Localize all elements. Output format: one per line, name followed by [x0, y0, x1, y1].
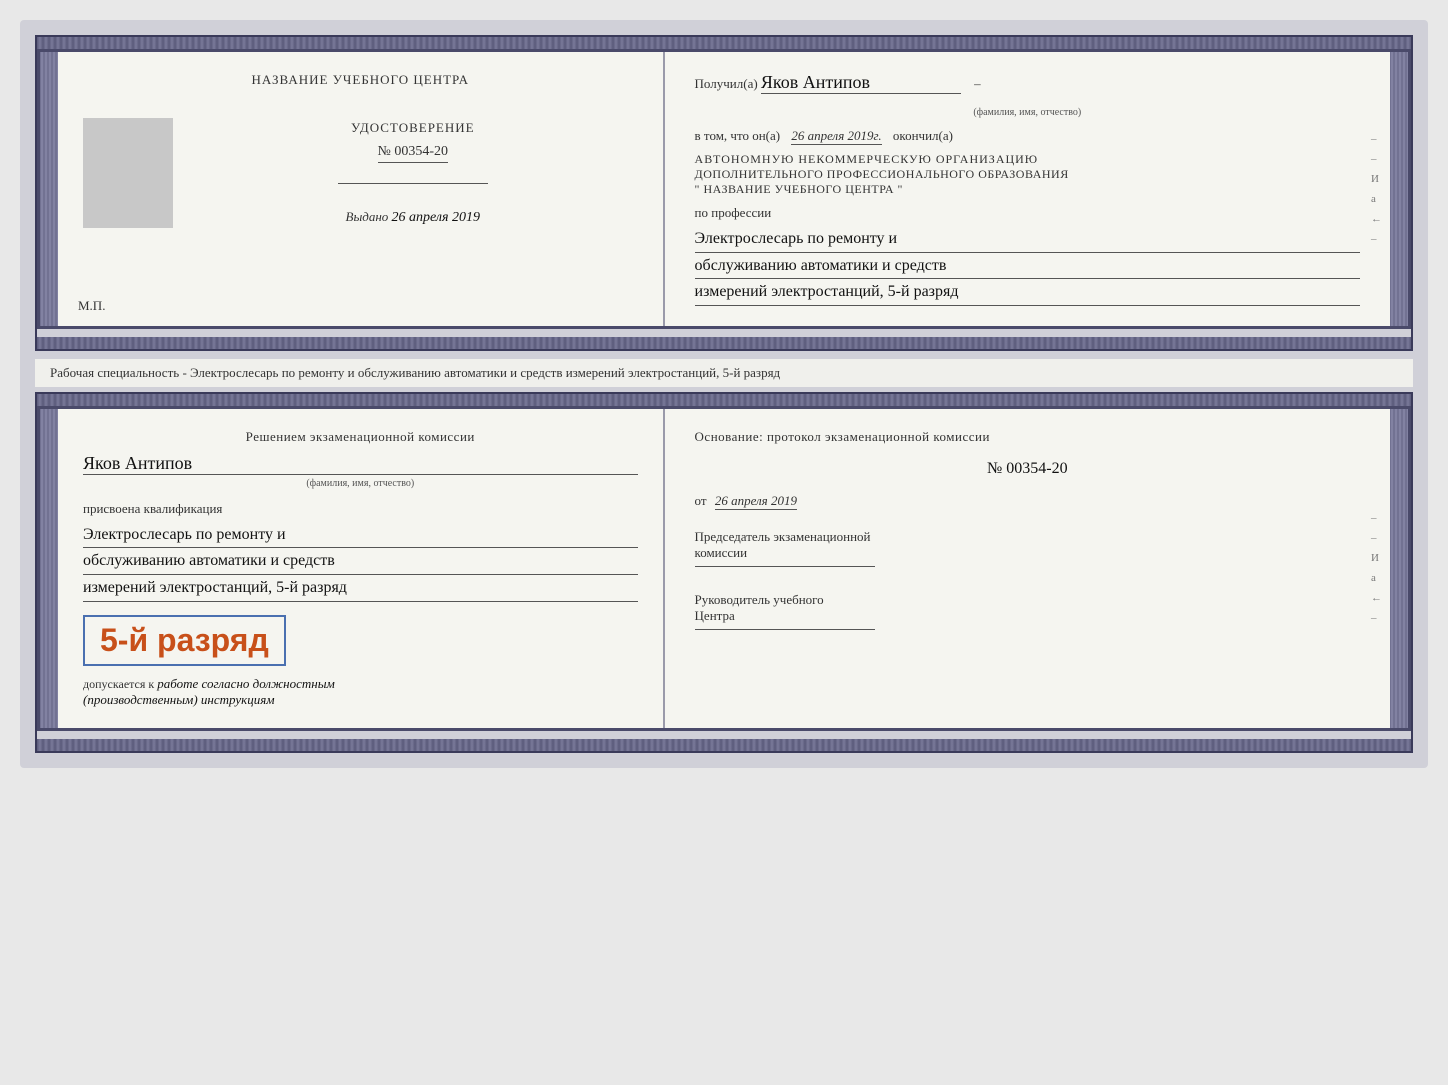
profession-line3: измерений электростанций, 5-й разряд	[695, 279, 1360, 306]
confirm-end: окончил(а)	[893, 128, 953, 143]
commission-title: Решением экзаменационной комиссии	[83, 429, 638, 445]
spine-left	[40, 52, 58, 326]
work-permission: работе согласно должностным	[157, 676, 335, 691]
page-wrapper: НАЗВАНИЕ УЧЕБНОГО ЦЕНТРА УДОСТОВЕРЕНИЕ №…	[20, 20, 1428, 768]
bottom-doc-top-border	[37, 394, 1411, 406]
big-rank: 5-й разряд	[83, 615, 286, 666]
protocol-number: № 00354-20	[695, 460, 1360, 478]
cert-title: УДОСТОВЕРЕНИЕ	[351, 120, 475, 136]
director-block: Руководитель учебного Центра	[695, 592, 1360, 630]
director-title: Руководитель учебного Центра	[695, 592, 1360, 624]
middle-text-content: Рабочая специальность - Электрослесарь п…	[50, 365, 780, 380]
qualification-label: присвоена квалификация	[83, 501, 638, 517]
cert-area: УДОСТОВЕРЕНИЕ № 00354-20 Выдано 26 апрел…	[83, 118, 638, 228]
profession-line2: обслуживанию автоматики и средств	[695, 253, 1360, 280]
school-name-header: НАЗВАНИЕ УЧЕБНОГО ЦЕНТРА	[252, 72, 469, 88]
director-sign-line	[695, 629, 875, 630]
left-page: НАЗВАНИЕ УЧЕБНОГО ЦЕНТРА УДОСТОВЕРЕНИЕ №…	[58, 52, 665, 326]
org-block: АВТОНОМНУЮ НЕКОММЕРЧЕСКУЮ ОРГАНИЗАЦИЮ ДО…	[695, 152, 1360, 197]
chairman-title: Председатель экзаменационной комиссии	[695, 529, 1360, 561]
name-sublabel-top: (фамилия, имя, отчество)	[973, 107, 1081, 118]
mp-label: М.П.	[78, 298, 105, 314]
date-value: 26 апреля 2019	[715, 493, 797, 510]
spine-right	[1390, 52, 1408, 326]
chairman-block: Председатель экзаменационной комиссии	[695, 529, 1360, 567]
profession-block: по профессии Электрослесарь по ремонту и…	[695, 205, 1360, 306]
top-document-inner: НАЗВАНИЕ УЧЕБНОГО ЦЕНТРА УДОСТОВЕРЕНИЕ №…	[37, 49, 1411, 329]
photo-placeholder	[83, 118, 173, 228]
bottom-border-decoration-top	[37, 337, 1411, 349]
bottom-border-decoration-bottom	[37, 739, 1411, 751]
bottom-qualification: Электрослесарь по ремонту и обслуживанию…	[83, 522, 638, 602]
top-document: НАЗВАНИЕ УЧЕБНОГО ЦЕНТРА УДОСТОВЕРЕНИЕ №…	[35, 35, 1413, 351]
confirm-text: в том, что он(а)	[695, 128, 781, 143]
qual-line1: Электрослесарь по ремонту и	[83, 522, 638, 549]
bottom-left-page: Решением экзаменационной комиссии Яков А…	[58, 409, 665, 728]
profession-line1: Электрослесарь по ремонту и	[695, 226, 1360, 253]
org-line3: " НАЗВАНИЕ УЧЕБНОГО ЦЕНТРА "	[695, 182, 1360, 197]
confirm-line: в том, что он(а) 26 апреля 2019г. окончи…	[695, 128, 1360, 144]
received-label: Получил(а)	[695, 76, 758, 91]
spine-right-bottom	[1390, 409, 1408, 728]
recipient-name: Яков Антипов	[761, 72, 870, 92]
recipient-name-field: Яков Антипов	[761, 72, 961, 94]
допускается-block: допускается к работе согласно должностны…	[83, 676, 638, 708]
date-label: от	[695, 493, 707, 508]
issued-date: 26 апреля 2019	[392, 210, 480, 225]
spine-left-bottom	[40, 409, 58, 728]
qual-line2: обслуживанию автоматики и средств	[83, 548, 638, 575]
profession-text: Электрослесарь по ремонту и обслуживанию…	[695, 226, 1360, 306]
bottom-name-sublabel: (фамилия, имя, отчество)	[83, 478, 638, 489]
instructions: (производственным) инструкциям	[83, 692, 275, 707]
qual-line3: измерений электростанций, 5-й разряд	[83, 575, 638, 602]
chairman-sign-line	[695, 566, 875, 567]
допускается-text: допускается к	[83, 677, 154, 691]
org-line1: АВТОНОМНУЮ НЕКОММЕРЧЕСКУЮ ОРГАНИЗАЦИЮ	[695, 152, 1360, 167]
issued-label: Выдано	[346, 209, 389, 224]
bottom-right-page: Основание: протокол экзаменационной коми…	[665, 409, 1390, 728]
right-page: Получил(а) Яков Антипов – (фамилия, имя,…	[665, 52, 1390, 326]
date-block: от 26 апреля 2019	[695, 493, 1360, 509]
received-line: Получил(а) Яков Антипов –	[695, 72, 1360, 94]
right-side-decoration: ––Иа←–	[1371, 133, 1382, 245]
bottom-person-name: Яков Антипов	[83, 453, 192, 473]
cert-number: № 00354-20	[378, 144, 449, 163]
bottom-right-side-decoration: ––Иа←–	[1371, 512, 1382, 624]
top-border-decoration	[37, 37, 1411, 49]
foundation-label: Основание: протокол экзаменационной коми…	[695, 429, 1360, 445]
org-line2: ДОПОЛНИТЕЛЬНОГО ПРОФЕССИОНАЛЬНОГО ОБРАЗО…	[695, 167, 1360, 182]
bottom-document: Решением экзаменационной комиссии Яков А…	[35, 392, 1413, 753]
confirm-date: 26 апреля 2019г.	[791, 128, 881, 145]
cert-details: УДОСТОВЕРЕНИЕ № 00354-20 Выдано 26 апрел…	[188, 118, 638, 228]
bottom-document-inner: Решением экзаменационной комиссии Яков А…	[37, 406, 1411, 731]
profession-label: по профессии	[695, 205, 1360, 221]
middle-text: Рабочая специальность - Электрослесарь п…	[35, 359, 1413, 387]
cert-issued: Выдано 26 апреля 2019	[346, 209, 481, 226]
